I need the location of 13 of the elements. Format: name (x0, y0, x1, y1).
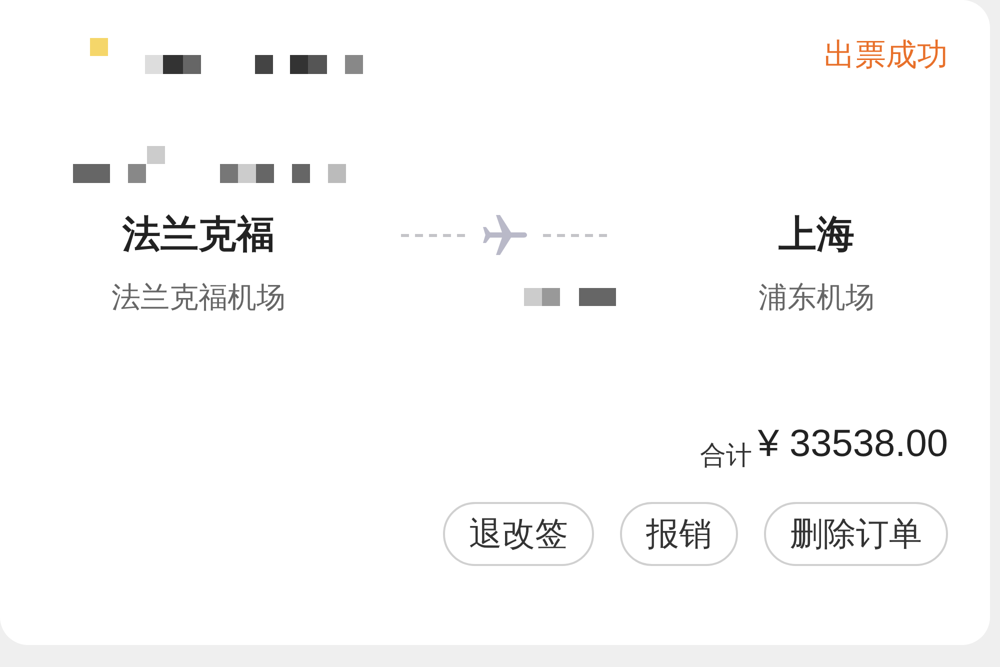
dashed-line (542, 234, 609, 236)
total-label: 合计 (700, 440, 752, 470)
arrival-airport: 浦东机场 (758, 281, 874, 316)
total-amount: ¥ 33538.00 (758, 422, 948, 466)
departure-airport: 法兰克福机场 (112, 281, 286, 316)
arrival-city: 上海 (778, 213, 854, 258)
dashed-line (400, 234, 467, 236)
departure-city: 法兰克福 (122, 213, 275, 258)
airplane-icon (480, 213, 529, 257)
ticket-status: 出票成功 (824, 36, 948, 74)
action-button[interactable]: 删除订单 (764, 502, 948, 566)
action-button[interactable]: 报销 (620, 502, 738, 566)
action-button[interactable]: 退改签 (443, 502, 594, 566)
